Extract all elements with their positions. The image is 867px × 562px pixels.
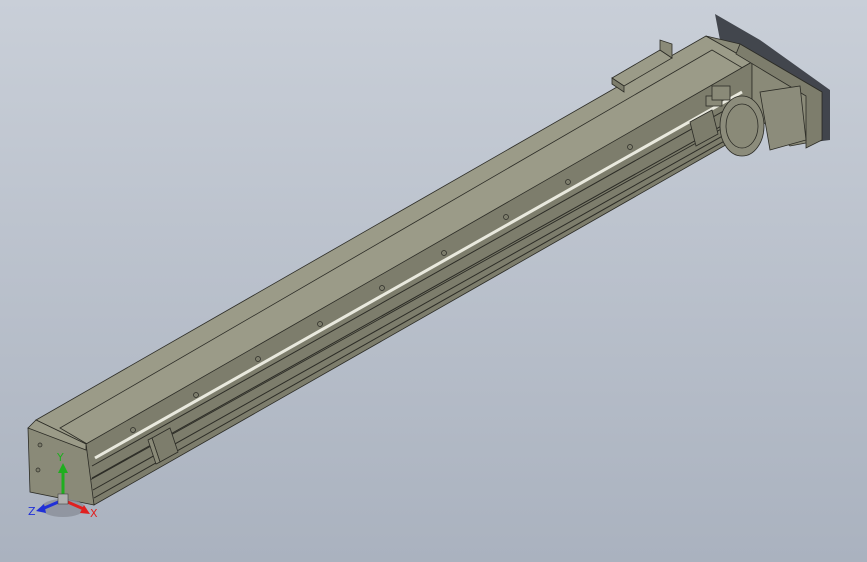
mounting-hole — [565, 179, 571, 185]
slot-line-1 — [91, 109, 751, 479]
slot-line-2 — [92, 119, 752, 491]
z-axis-label: Z — [28, 505, 36, 518]
y-axis-label: Y — [56, 451, 64, 464]
mounting-hole — [255, 356, 261, 362]
slot-line-3 — [93, 125, 752, 499]
end-plate-hole — [37, 442, 43, 448]
mounting-hole — [503, 214, 509, 220]
x-axis-label: X — [90, 507, 98, 520]
model-view[interactable]: Y X Z — [0, 0, 867, 562]
end-plate-hole — [35, 467, 41, 473]
rail-edge — [91, 98, 746, 467]
mounting-hole — [379, 285, 385, 291]
actuator-lower-band — [89, 111, 753, 506]
mounting-hole — [193, 392, 199, 398]
mounting-hole — [130, 427, 136, 433]
mounting-hole — [627, 144, 633, 150]
actuator-side-face — [85, 61, 753, 481]
linear-rail — [94, 90, 743, 460]
mounting-hole — [317, 321, 323, 327]
graphics-viewport[interactable]: Y X Z — [0, 0, 867, 562]
mounting-hole — [441, 250, 447, 256]
triad-origin — [57, 493, 69, 505]
actuator-top-ridge — [59, 49, 747, 449]
